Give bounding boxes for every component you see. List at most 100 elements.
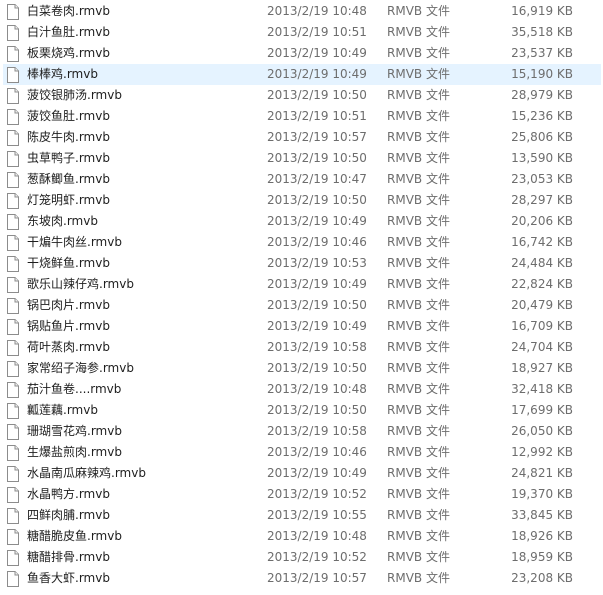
file-row[interactable]: 瓤莲藕.rmvb 2013/2/19 10:50 RMVB 文件 17,699 …: [0, 400, 603, 421]
file-size: 28,297 KB: [511, 193, 573, 207]
file-type: RMVB 文件: [387, 340, 450, 354]
blank-file-icon: [6, 277, 20, 293]
blank-file-icon: [6, 445, 20, 461]
file-size: 35,518 KB: [511, 25, 573, 39]
blank-file-icon: [6, 487, 20, 503]
file-type: RMVB 文件: [387, 151, 450, 165]
blank-file-icon: [6, 508, 20, 524]
file-type: RMVB 文件: [387, 508, 450, 522]
file-modified-date: 2013/2/19 10:53: [267, 256, 367, 270]
file-modified-date: 2013/2/19 10:57: [267, 571, 367, 585]
file-row[interactable]: 糖醋脆皮鱼.rmvb 2013/2/19 10:48 RMVB 文件 18,92…: [0, 526, 603, 547]
file-name: 歌乐山辣仔鸡.rmvb: [27, 277, 134, 291]
file-modified-date: 2013/2/19 10:50: [267, 403, 367, 417]
file-modified-date: 2013/2/19 10:52: [267, 487, 367, 501]
file-name: 生爆盐煎肉.rmvb: [27, 445, 122, 459]
file-type: RMVB 文件: [387, 487, 450, 501]
file-modified-date: 2013/2/19 10:58: [267, 340, 367, 354]
file-name: 四鲜肉脯.rmvb: [27, 508, 110, 522]
blank-file-icon: [6, 67, 20, 83]
file-size: 28,979 KB: [511, 88, 573, 102]
file-size: 15,236 KB: [511, 109, 573, 123]
file-modified-date: 2013/2/19 10:50: [267, 298, 367, 312]
file-type: RMVB 文件: [387, 361, 450, 375]
file-row[interactable]: 鱼香大虾.rmvb 2013/2/19 10:57 RMVB 文件 23,208…: [0, 568, 603, 589]
file-size: 20,206 KB: [511, 214, 573, 228]
file-name: 糖醋脆皮鱼.rmvb: [27, 529, 122, 543]
file-modified-date: 2013/2/19 10:49: [267, 277, 367, 291]
file-size: 16,709 KB: [511, 319, 573, 333]
file-row[interactable]: 茄汁鱼卷....rmvb 2013/2/19 10:48 RMVB 文件 32,…: [0, 379, 603, 400]
file-size: 26,050 KB: [511, 424, 573, 438]
file-name: 锅巴肉片.rmvb: [27, 298, 110, 312]
blank-file-icon: [6, 214, 20, 230]
file-row[interactable]: 生爆盐煎肉.rmvb 2013/2/19 10:46 RMVB 文件 12,99…: [0, 442, 603, 463]
file-type: RMVB 文件: [387, 256, 450, 270]
file-row[interactable]: 糖醋排骨.rmvb 2013/2/19 10:52 RMVB 文件 18,959…: [0, 547, 603, 568]
blank-file-icon: [6, 109, 20, 125]
blank-file-icon: [6, 529, 20, 545]
file-type: RMVB 文件: [387, 4, 450, 18]
file-name: 白菜卷肉.rmvb: [27, 4, 110, 18]
file-row[interactable]: 家常绍子海参.rmvb 2013/2/19 10:50 RMVB 文件 18,9…: [0, 358, 603, 379]
file-name: 家常绍子海参.rmvb: [27, 361, 134, 375]
file-size: 12,992 KB: [511, 445, 573, 459]
file-row[interactable]: 白菜卷肉.rmvb 2013/2/19 10:48 RMVB 文件 16,919…: [0, 1, 603, 22]
file-row[interactable]: 荷叶蒸肉.rmvb 2013/2/19 10:58 RMVB 文件 24,704…: [0, 337, 603, 358]
file-type: RMVB 文件: [387, 424, 450, 438]
file-row[interactable]: 棒棒鸡.rmvb 2013/2/19 10:49 RMVB 文件 15,190 …: [0, 64, 603, 85]
blank-file-icon: [6, 382, 20, 398]
file-row[interactable]: 锅巴肉片.rmvb 2013/2/19 10:50 RMVB 文件 20,479…: [0, 295, 603, 316]
file-name: 棒棒鸡.rmvb: [27, 67, 98, 81]
file-name: 板栗烧鸡.rmvb: [27, 46, 110, 60]
file-modified-date: 2013/2/19 10:46: [267, 235, 367, 249]
file-row[interactable]: 四鲜肉脯.rmvb 2013/2/19 10:55 RMVB 文件 33,845…: [0, 505, 603, 526]
file-row[interactable]: 灯笼明虾.rmvb 2013/2/19 10:50 RMVB 文件 28,297…: [0, 190, 603, 211]
file-type: RMVB 文件: [387, 529, 450, 543]
file-row[interactable]: 锅贴鱼片.rmvb 2013/2/19 10:49 RMVB 文件 16,709…: [0, 316, 603, 337]
file-row[interactable]: 水晶鸭方.rmvb 2013/2/19 10:52 RMVB 文件 19,370…: [0, 484, 603, 505]
file-modified-date: 2013/2/19 10:51: [267, 109, 367, 123]
file-size: 32,418 KB: [511, 382, 573, 396]
file-size: 13,590 KB: [511, 151, 573, 165]
blank-file-icon: [6, 151, 20, 167]
file-type: RMVB 文件: [387, 445, 450, 459]
file-modified-date: 2013/2/19 10:50: [267, 193, 367, 207]
blank-file-icon: [6, 424, 20, 440]
blank-file-icon: [6, 235, 20, 251]
file-size: 19,370 KB: [511, 487, 573, 501]
file-modified-date: 2013/2/19 10:50: [267, 361, 367, 375]
blank-file-icon: [6, 340, 20, 356]
blank-file-icon: [6, 361, 20, 377]
file-row[interactable]: 虫草鸭子.rmvb 2013/2/19 10:50 RMVB 文件 13,590…: [0, 148, 603, 169]
file-row[interactable]: 菠饺银肺汤.rmvb 2013/2/19 10:50 RMVB 文件 28,97…: [0, 85, 603, 106]
file-modified-date: 2013/2/19 10:55: [267, 508, 367, 522]
blank-file-icon: [6, 46, 20, 62]
file-row[interactable]: 东坡肉.rmvb 2013/2/19 10:49 RMVB 文件 20,206 …: [0, 211, 603, 232]
file-modified-date: 2013/2/19 10:47: [267, 172, 367, 186]
blank-file-icon: [6, 172, 20, 188]
file-type: RMVB 文件: [387, 25, 450, 39]
file-modified-date: 2013/2/19 10:52: [267, 550, 367, 564]
file-modified-date: 2013/2/19 10:49: [267, 67, 367, 81]
file-type: RMVB 文件: [387, 319, 450, 333]
file-type: RMVB 文件: [387, 235, 450, 249]
file-size: 23,208 KB: [511, 571, 573, 585]
file-row[interactable]: 干烧鲜鱼.rmvb 2013/2/19 10:53 RMVB 文件 24,484…: [0, 253, 603, 274]
file-modified-date: 2013/2/19 10:48: [267, 529, 367, 543]
file-row[interactable]: 水晶南瓜麻辣鸡.rmvb 2013/2/19 10:49 RMVB 文件 24,…: [0, 463, 603, 484]
file-row[interactable]: 葱酥鲫鱼.rmvb 2013/2/19 10:47 RMVB 文件 23,053…: [0, 169, 603, 190]
file-row[interactable]: 珊瑚雪花鸡.rmvb 2013/2/19 10:58 RMVB 文件 26,05…: [0, 421, 603, 442]
file-row[interactable]: 菠饺鱼肚.rmvb 2013/2/19 10:51 RMVB 文件 15,236…: [0, 106, 603, 127]
file-name: 珊瑚雪花鸡.rmvb: [27, 424, 122, 438]
file-size: 16,742 KB: [511, 235, 573, 249]
file-type: RMVB 文件: [387, 277, 450, 291]
file-row[interactable]: 白汁鱼肚.rmvb 2013/2/19 10:51 RMVB 文件 35,518…: [0, 22, 603, 43]
file-modified-date: 2013/2/19 10:58: [267, 424, 367, 438]
file-row[interactable]: 干煸牛肉丝.rmvb 2013/2/19 10:46 RMVB 文件 16,74…: [0, 232, 603, 253]
file-row[interactable]: 歌乐山辣仔鸡.rmvb 2013/2/19 10:49 RMVB 文件 22,8…: [0, 274, 603, 295]
file-modified-date: 2013/2/19 10:50: [267, 88, 367, 102]
file-row[interactable]: 板栗烧鸡.rmvb 2013/2/19 10:49 RMVB 文件 23,537…: [0, 43, 603, 64]
file-row[interactable]: 陈皮牛肉.rmvb 2013/2/19 10:57 RMVB 文件 25,806…: [0, 127, 603, 148]
file-size: 24,821 KB: [511, 466, 573, 480]
